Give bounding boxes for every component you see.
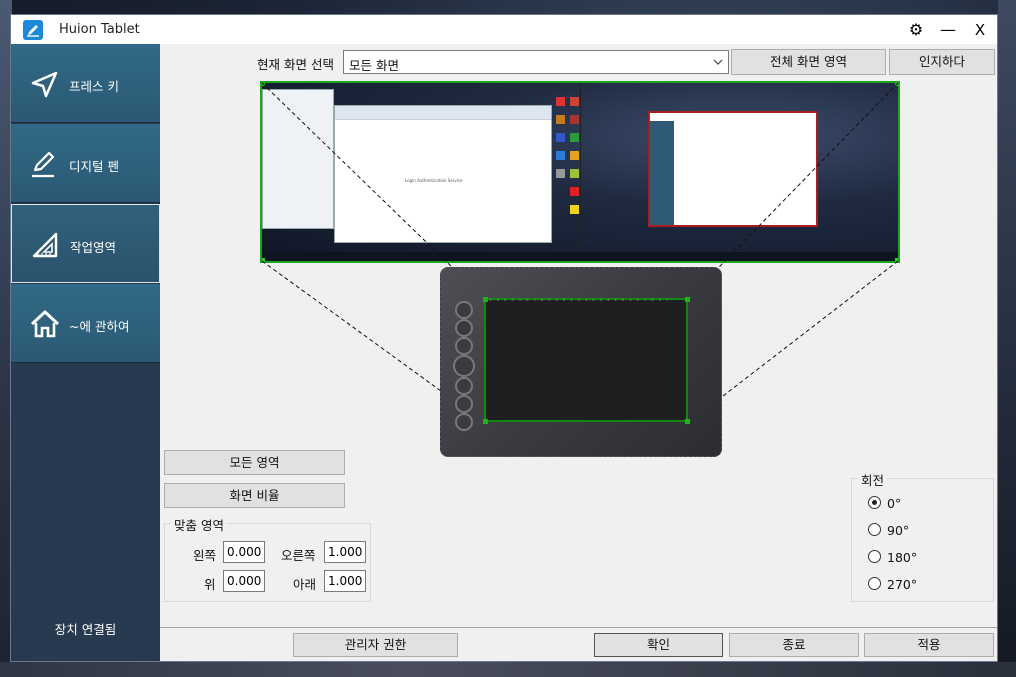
desktop-background-bottom xyxy=(0,662,1016,677)
ok-button[interactable]: 확인 xyxy=(594,633,723,657)
rotation-radio-90[interactable] xyxy=(868,523,881,536)
tablet-button xyxy=(455,377,473,395)
rotation-option-label: 90° xyxy=(887,523,910,538)
rotation-option-label: 0° xyxy=(887,496,902,511)
bottom-input[interactable] xyxy=(324,570,366,592)
tablet-button xyxy=(455,395,473,413)
rotation-option-label: 270° xyxy=(887,577,918,592)
top-label: 위 xyxy=(204,577,216,592)
screen-ratio-button[interactable]: 화면 비율 xyxy=(164,483,345,508)
tablet-dial xyxy=(453,355,475,377)
admin-rights-button[interactable]: 관리자 권한 xyxy=(293,633,458,657)
tablet-button xyxy=(455,319,473,337)
apply-button[interactable]: 적용 xyxy=(864,633,994,657)
area-corner-bl[interactable] xyxy=(483,419,488,424)
rotation-title: 회전 xyxy=(858,470,888,489)
tablet-ruler: 1234567891011121314151617 xyxy=(489,298,674,303)
right-input[interactable] xyxy=(324,541,366,563)
top-input[interactable] xyxy=(223,570,265,592)
tablet-button xyxy=(455,301,473,319)
area-corner-tr[interactable] xyxy=(685,297,690,302)
left-input[interactable] xyxy=(223,541,265,563)
exit-button[interactable]: 종료 xyxy=(729,633,859,657)
left-label: 왼쪽 xyxy=(193,548,217,563)
desktop-background-right xyxy=(998,0,1016,677)
tablet-button xyxy=(455,413,473,431)
all-area-button[interactable]: 모든 영역 xyxy=(164,450,345,475)
tablet-active-area xyxy=(484,298,688,422)
bottom-label: 아래 xyxy=(293,577,317,592)
area-corner-br[interactable] xyxy=(685,419,690,424)
footer-divider xyxy=(160,627,997,628)
area-corner-tl[interactable] xyxy=(483,297,488,302)
rotation-option-label: 180° xyxy=(887,550,918,565)
custom-area-title: 맞춤 영역 xyxy=(171,515,227,534)
rotation-radio-270[interactable] xyxy=(868,577,881,590)
right-label: 오른쪽 xyxy=(281,548,316,563)
rotation-radio-180[interactable] xyxy=(868,550,881,563)
tablet-button xyxy=(455,337,473,355)
app-window: Huion Tablet ⚙ — X 프레스 키 디지털 펜 작업영역 ~에 관… xyxy=(10,14,998,662)
rotation-radio-0[interactable] xyxy=(868,496,881,509)
